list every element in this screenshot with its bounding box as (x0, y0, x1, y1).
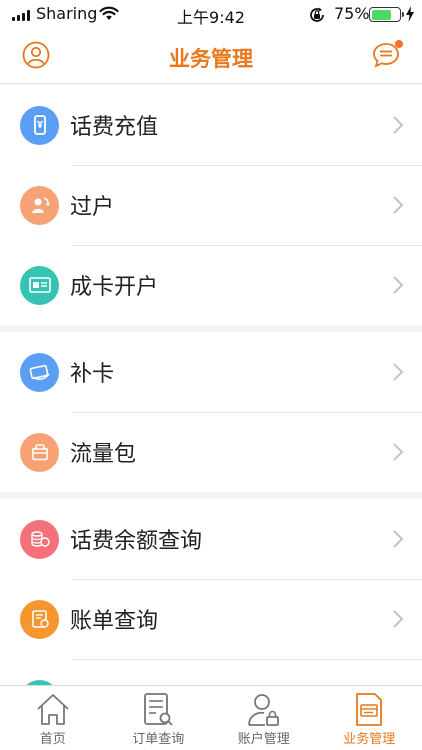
section-divider (0, 325, 422, 332)
bottom-tab-bar: 首页 订单查询 账户管理 业务管理 (0, 685, 422, 750)
menu-group-3: 话费余额查询 账单查询 靓号 (0, 499, 422, 685)
tab-account[interactable]: 账户管理 (211, 686, 317, 750)
page-title: 业务管理 (169, 47, 253, 71)
menu-item-label: 流量包 (70, 442, 137, 467)
menu-item-bill-query[interactable]: 账单查询 (0, 579, 422, 659)
menu-item-card-activation[interactable]: 成卡开户 (0, 245, 422, 325)
rotation-lock-icon (310, 7, 324, 22)
battery-icon (369, 7, 404, 22)
menu-item-label: 补卡 (70, 362, 115, 387)
tab-label: 首页 (39, 732, 66, 747)
menu-item-label: 成卡开户 (70, 275, 159, 300)
message-button[interactable] (371, 40, 403, 70)
account-lock-icon (247, 694, 279, 726)
transfer-user-icon (20, 185, 59, 225)
menu-group-1: 话费充值 过户 成卡开户 (0, 85, 422, 325)
chevron-right-icon (393, 610, 404, 628)
tab-home[interactable]: 首页 (0, 686, 106, 750)
menu-item-recharge[interactable]: 话费充值 (0, 85, 422, 165)
tab-label: 订单查询 (132, 732, 185, 747)
business-doc-icon (356, 693, 383, 726)
charging-bolt-icon (406, 6, 414, 22)
status-bar: Sharing 上午9:42 75% (0, 0, 422, 30)
nav-bar: 业务管理 (0, 30, 422, 84)
chevron-right-icon (393, 363, 404, 381)
order-search-icon (144, 693, 173, 726)
unread-badge (395, 40, 403, 48)
tab-business[interactable]: 业务管理 (317, 686, 422, 750)
chevron-right-icon (393, 443, 404, 461)
bill-query-icon (20, 599, 59, 639)
chevron-right-icon (393, 276, 404, 294)
section-divider (0, 492, 422, 499)
battery-fill (371, 9, 391, 20)
menu-group-2: 补卡 流量包 (0, 332, 422, 492)
chevron-right-icon (393, 530, 404, 548)
menu-item-label: 话费余额查询 (70, 529, 203, 554)
menu-item-balance-query[interactable]: 话费余额查询 (0, 499, 422, 579)
phone-recharge-icon (20, 105, 59, 145)
id-card-icon (20, 265, 59, 305)
tab-label: 业务管理 (343, 732, 396, 747)
menu-item-number[interactable]: 靓号 (0, 659, 422, 685)
replace-card-icon (20, 352, 59, 392)
menu-item-replace-card[interactable]: 补卡 (0, 332, 422, 412)
menu-item-transfer[interactable]: 过户 (0, 165, 422, 245)
battery-percent: 75% (334, 4, 370, 23)
chevron-right-icon (393, 196, 404, 214)
menu-item-label: 账单查询 (70, 609, 159, 634)
tab-order-search[interactable]: 订单查询 (106, 686, 212, 750)
service-menu-list: 话费充值 过户 成卡开户 补卡 流量包 话费余额查询 账单查询 (0, 85, 422, 685)
menu-item-label: 话费充值 (70, 115, 159, 140)
home-icon (37, 694, 69, 725)
menu-item-data-package[interactable]: 流量包 (0, 412, 422, 492)
chevron-right-icon (393, 116, 404, 134)
menu-item-label: 过户 (70, 195, 115, 220)
tab-label: 账户管理 (237, 732, 290, 747)
coins-balance-icon (20, 519, 59, 559)
data-package-icon (20, 432, 59, 472)
